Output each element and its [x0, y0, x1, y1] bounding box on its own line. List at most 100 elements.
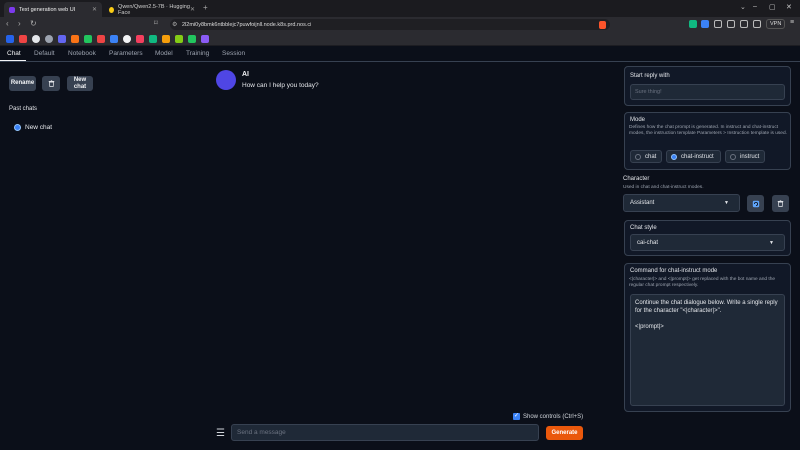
delete-character-button[interactable] [772, 195, 789, 212]
command-textarea[interactable]: Continue the chat dialogue below. Write … [630, 294, 785, 406]
browser-tab-title: Text generation web UI [19, 6, 76, 13]
maximize-icon[interactable]: ▢ [769, 3, 776, 11]
bookmark-icon[interactable] [162, 35, 170, 43]
character-label: Character [623, 176, 650, 182]
trash-icon [48, 80, 54, 87]
mode-option-chat-instruct[interactable]: chat-instruct [666, 150, 721, 163]
refresh-characters-button[interactable] [747, 195, 764, 212]
mode-option-chat[interactable]: chat [630, 150, 662, 163]
chat-style-select[interactable]: cai-chat ▼ [630, 234, 785, 251]
character-select[interactable]: Assistant ▼ [623, 194, 740, 212]
bookmark-icon[interactable] [201, 35, 209, 43]
huggingface-favicon-icon [109, 6, 115, 13]
message-author: AI [242, 71, 249, 78]
tab-training[interactable]: Training [186, 50, 209, 57]
minimize-icon[interactable]: – [753, 3, 757, 10]
download-icon[interactable] [753, 20, 761, 28]
new-chat-label: New [73, 76, 87, 83]
mode-option-label: chat [645, 153, 657, 160]
chat-style-value: cai-chat [637, 239, 659, 246]
avatar [216, 70, 236, 90]
bookmark-icon[interactable] [175, 35, 183, 43]
site-info-icon[interactable]: ⚙ [172, 21, 177, 28]
browser-tab-hf[interactable]: Qwen/Qwen2.5-7B · Hugging Face ✕ [104, 2, 200, 17]
bookmark-icon[interactable] [84, 35, 92, 43]
menu-icon[interactable]: ≡ [790, 19, 794, 26]
music-icon[interactable] [714, 20, 722, 28]
bookmark-icon[interactable] [19, 35, 27, 43]
start-reply-input[interactable] [631, 85, 784, 99]
trash-icon [777, 200, 784, 207]
bookmark-icon[interactable] [6, 35, 14, 43]
extension-icon[interactable] [701, 20, 709, 28]
bookmark-icon[interactable] [136, 35, 144, 43]
url-text: 2l2mi0y8bmk6ntbblejc7puwfoijnll.node.k8s… [182, 21, 312, 28]
bookmark-icon[interactable] [149, 35, 157, 43]
message-input[interactable] [231, 424, 539, 441]
new-chat-label: chat [73, 83, 87, 90]
browser-tab-title: Qwen/Qwen2.5-7B · Hugging Face [118, 3, 190, 16]
generate-button[interactable]: Generate [546, 426, 583, 440]
chevron-down-icon: ▼ [724, 200, 729, 206]
chat-style-label: Chat style [630, 225, 657, 231]
sidebar-icon[interactable] [727, 20, 735, 28]
close-tab-icon[interactable]: ✕ [92, 6, 97, 13]
app-tab-bar: Chat Default Notebook Parameters Model T… [0, 47, 800, 62]
mode-option-instruct[interactable]: instruct [725, 150, 765, 163]
tab-model[interactable]: Model [155, 50, 173, 57]
brave-shield-icon[interactable] [599, 20, 606, 29]
bookmark-icon[interactable] [97, 35, 105, 43]
bookmarks-bar [0, 32, 800, 46]
forward-icon[interactable]: › [18, 19, 21, 28]
past-chats-label: Past chats [9, 106, 38, 112]
checkbox-checked-icon: ✓ [513, 413, 520, 420]
mode-label: Mode [630, 117, 646, 123]
mode-option-label: chat-instruct [681, 153, 714, 160]
reload-icon[interactable]: ↻ [30, 19, 37, 28]
address-bar[interactable]: ⚙ 2l2mi0y8bmk6ntbblejc7puwfoijnll.node.k… [170, 19, 610, 30]
rename-button[interactable]: Rename [9, 76, 36, 91]
new-tab-plus-icon[interactable]: + [203, 3, 208, 12]
browser-toolbar: ‹ › ↻ ⌑ ⚙ 2l2mi0y8bmk6ntbblejc7puwfoijnl… [0, 17, 800, 32]
bookmark-icon[interactable] [188, 35, 196, 43]
tab-search-icon[interactable]: ⌄ [740, 3, 746, 11]
radio-selected-icon [14, 124, 21, 131]
bookmark-icon[interactable] [71, 35, 79, 43]
command-label: Command for chat-instruct mode [630, 268, 718, 274]
show-controls-label: Show controls (Ctrl+S) [523, 413, 584, 420]
mode-description: Defines how the chat prompt is generated… [629, 125, 787, 136]
bookmark-icon[interactable] [58, 35, 66, 43]
show-controls-checkbox[interactable]: ✓ Show controls (Ctrl+S) [513, 413, 583, 420]
past-chat-label: New chat [25, 124, 53, 131]
bookmark-icon[interactable]: ⌑ [154, 19, 158, 27]
chevron-down-icon: ▼ [769, 239, 774, 246]
tab-chat[interactable]: Chat [7, 50, 21, 57]
browser-tab-bar: Text generation web UI ✕ Qwen/Qwen2.5-7B… [0, 0, 800, 17]
window-close-icon[interactable]: ✕ [786, 3, 792, 11]
past-chat-item[interactable]: New chat [14, 124, 52, 131]
tab-notebook[interactable]: Notebook [68, 50, 96, 57]
tab-parameters[interactable]: Parameters [109, 50, 143, 57]
mode-option-label: instruct [740, 153, 760, 160]
radio-icon [730, 153, 736, 160]
character-description: Used in chat and chat-instruct modes. [623, 185, 704, 190]
bookmark-icon[interactable] [45, 35, 53, 43]
tab-default[interactable]: Default [34, 50, 55, 57]
vpn-button[interactable]: VPN [766, 19, 786, 29]
extension-icon[interactable] [689, 20, 697, 28]
back-icon[interactable]: ‹ [6, 19, 9, 28]
start-reply-field[interactable] [630, 84, 785, 100]
new-chat-button[interactable]: New chat [67, 76, 93, 91]
refresh-icon [752, 200, 759, 207]
github-icon[interactable] [123, 35, 131, 43]
bookmark-icon[interactable] [32, 35, 40, 43]
hamburger-menu-icon[interactable]: ☰ [216, 428, 225, 439]
tab-session[interactable]: Session [222, 50, 245, 57]
wallet-icon[interactable] [740, 20, 748, 28]
command-description: <|character|> and <|prompt|> get replace… [629, 277, 776, 288]
textgen-favicon-icon [9, 6, 15, 13]
delete-chat-button[interactable] [42, 76, 60, 91]
browser-tab-textgen[interactable]: Text generation web UI ✕ [4, 2, 102, 17]
bookmark-icon[interactable] [110, 35, 118, 43]
close-tab-icon[interactable]: ✕ [190, 6, 195, 13]
